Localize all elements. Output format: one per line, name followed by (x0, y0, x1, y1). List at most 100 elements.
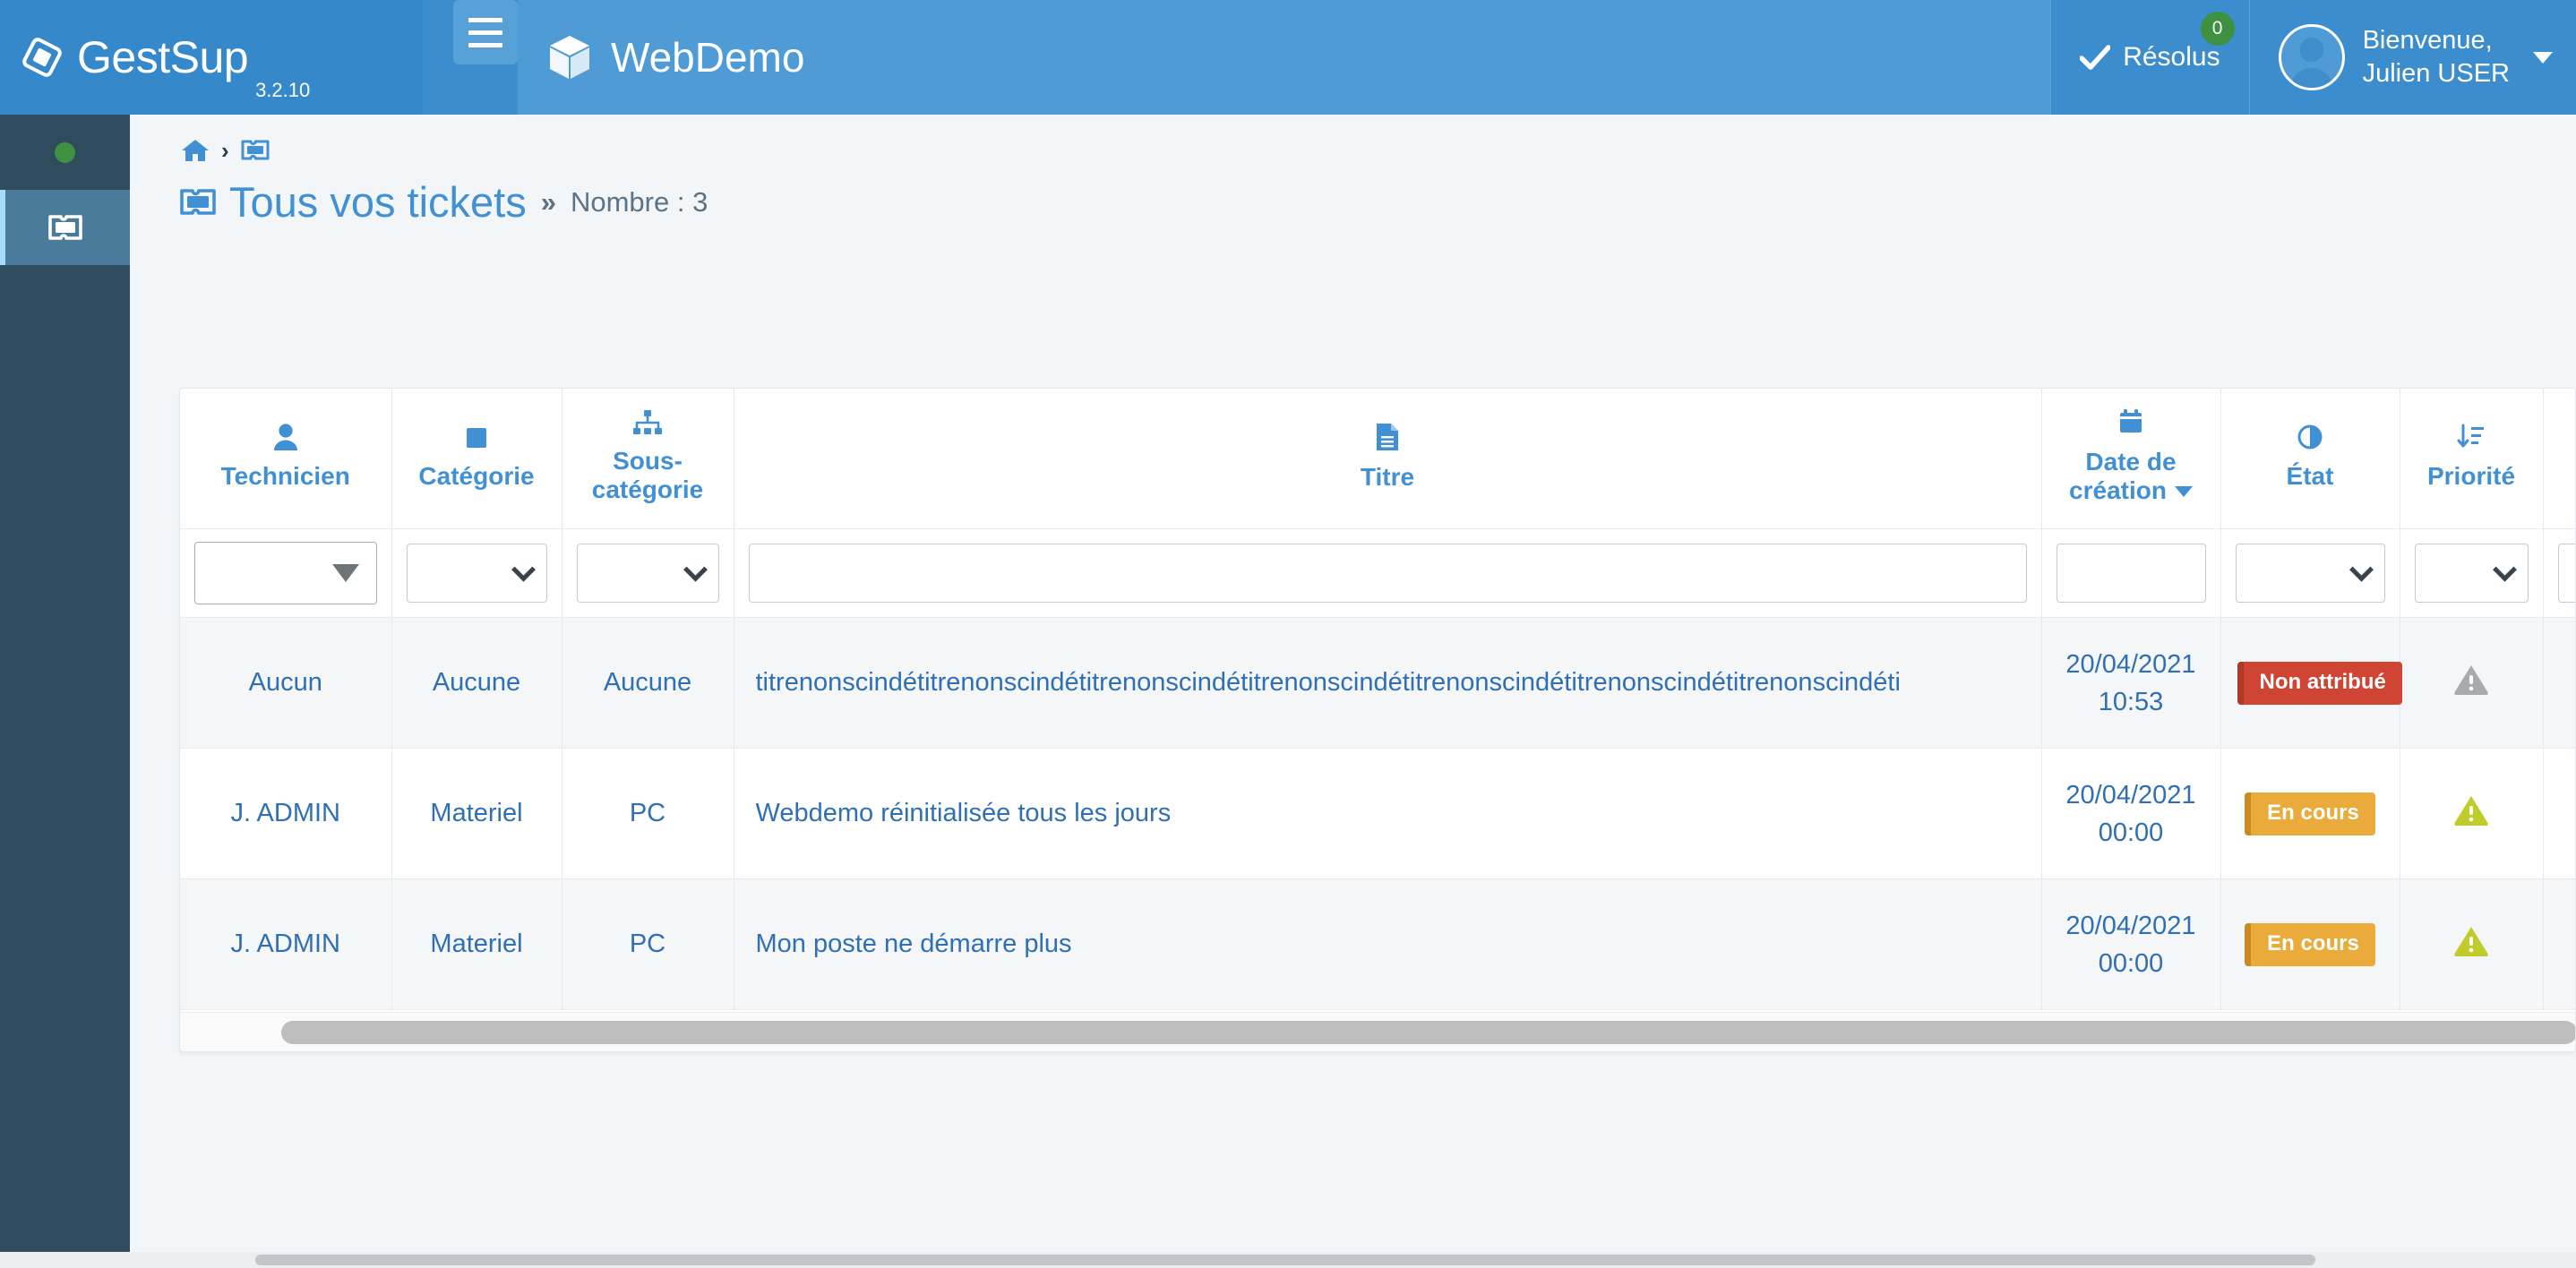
filter-cell-categorie (391, 528, 562, 619)
cell-criticite (2543, 748, 2575, 880)
filter-souscategorie-select[interactable] (576, 544, 719, 604)
warning-triangle-icon (2454, 665, 2488, 696)
hamburger-menu-icon[interactable] (453, 0, 518, 64)
cell-technicien: J. ADMIN (180, 748, 392, 880)
brand-name: GestSup (77, 32, 249, 82)
cell-etat: En cours (2220, 878, 2400, 1011)
scrollbar-thumb[interactable] (255, 1255, 2315, 1265)
page-chevron-icon: » (540, 185, 556, 218)
cell-priorite (2400, 617, 2544, 750)
filter-etat-select[interactable] (2235, 544, 2385, 604)
column-header-categorie[interactable]: Catégorie (391, 389, 562, 530)
sort-amount-down-icon (2457, 424, 2484, 448)
cell-categorie: Aucune (391, 617, 562, 750)
filter-cell-titre (734, 528, 2042, 619)
column-header-priorite[interactable]: Priorité (2400, 389, 2544, 530)
column-header-technicien[interactable]: Technicien (180, 389, 392, 530)
cube-icon (550, 36, 589, 79)
time-value: 10:53 (2098, 687, 2164, 716)
table-filter-row (180, 528, 2575, 619)
ticket-title-link[interactable]: Webdemo réinitialisée tous les jours (756, 799, 2025, 828)
filter-technicien-select[interactable] (194, 542, 377, 605)
cell-criticite (2543, 878, 2575, 1011)
tickets-table-card: Technicien Catégorie Sous-catégorie Titr… (179, 388, 2576, 1052)
brand-version: 3.2.10 (255, 79, 311, 101)
brand-block[interactable]: GestSup 3.2.10 (0, 0, 423, 115)
sort-descending-icon[interactable] (2174, 486, 2193, 498)
breadcrumb: › (130, 115, 2576, 163)
navbar-right: Résolus 0 Bienvenue, Julien USER (2050, 0, 2576, 115)
filter-date-input[interactable] (2056, 544, 2206, 604)
column-header-label: Catégorie (418, 462, 535, 491)
table-row[interactable]: Aucun Aucune Aucune titrenonscindétitren… (180, 617, 2575, 750)
top-navbar: GestSup 3.2.10 WebDemo Résolus 0 Bienven… (0, 0, 2576, 115)
column-header-etat[interactable]: État (2220, 389, 2400, 530)
cell-souscategorie: Aucune (562, 617, 734, 750)
resolus-count-badge: 0 (2200, 12, 2235, 46)
ticket-icon (47, 215, 82, 240)
ticket-icon[interactable] (241, 140, 270, 161)
table-body: Aucun Aucune Aucune titrenonscindétitren… (180, 617, 2575, 1051)
table-header-row: Technicien Catégorie Sous-catégorie Titr… (180, 389, 2575, 530)
cell-titre[interactable]: Webdemo réinitialisée tous les jours (734, 748, 2042, 880)
user-name-block: Bienvenue, Julien USER (2363, 24, 2510, 90)
cell-date-creation: 20/04/2021 10:53 (2041, 617, 2221, 750)
filter-cell-date (2041, 528, 2221, 619)
column-header-label: Technicien (220, 462, 350, 491)
column-header-sous-categorie[interactable]: Sous-catégorie (562, 389, 734, 530)
cell-etat: Non attribué (2220, 617, 2402, 750)
home-icon[interactable] (181, 138, 210, 163)
scrollbar-thumb[interactable] (281, 1021, 2575, 1044)
status-badge: En cours (2245, 922, 2375, 966)
sidebar-item-tickets[interactable] (0, 190, 130, 265)
tickets-table: Technicien Catégorie Sous-catégorie Titr… (180, 389, 2575, 1051)
table-horizontal-scrollbar[interactable] (180, 1012, 2575, 1051)
cell-etat: En cours (2220, 748, 2400, 880)
user-menu[interactable]: Bienvenue, Julien USER (2248, 0, 2576, 115)
contrast-circle-icon (2297, 424, 2323, 450)
status-badge: Non attribué (2237, 661, 2402, 705)
date-value: 20/04/2021 (2065, 780, 2196, 810)
filter-cell-etat (2220, 528, 2400, 619)
filter-categorie-select[interactable] (406, 544, 547, 604)
document-icon (1377, 424, 1398, 451)
table-row[interactable]: J. ADMIN Materiel PC Webdemo réinitialis… (180, 748, 2575, 880)
column-header-titre[interactable]: Titre (734, 389, 2042, 530)
filter-titre-input[interactable] (748, 544, 2027, 604)
ticket-title-link[interactable]: titrenonscindétitrenonscindétitrenonscin… (756, 668, 2025, 698)
user-avatar-icon (2278, 24, 2345, 90)
page-horizontal-scrollbar[interactable] (0, 1252, 2576, 1268)
filter-criticite-select[interactable] (2557, 544, 2575, 604)
cell-categorie: Materiel (391, 878, 562, 1011)
column-header-label: État (2286, 462, 2334, 491)
ticket-title-link[interactable]: Mon poste ne démarre plus (756, 930, 2025, 959)
left-sidebar (0, 115, 130, 1268)
breadcrumb-separator: › (221, 137, 229, 164)
ticket-count-label: Nombre : 3 (570, 185, 708, 218)
sidebar-item-status[interactable] (0, 115, 130, 190)
column-header-criticite[interactable]: Cri (2543, 389, 2575, 530)
cell-priorite (2400, 878, 2544, 1011)
column-header-label: Priorité (2426, 462, 2516, 491)
filter-cell-souscategorie (562, 528, 734, 619)
filter-priorite-select[interactable] (2414, 544, 2529, 604)
status-badge: En cours (2245, 792, 2375, 835)
cell-titre[interactable]: titrenonscindétitrenonscindétitrenonscin… (734, 617, 2042, 750)
date-value: 20/04/2021 (2065, 649, 2196, 679)
column-header-date-creation[interactable]: Date de création (2041, 389, 2221, 530)
user-greeting: Bienvenue, (2362, 25, 2493, 55)
table-row[interactable]: J. ADMIN Materiel PC Mon poste ne démarr… (180, 878, 2575, 1011)
resolus-button[interactable]: Résolus 0 (2050, 0, 2248, 115)
cell-priorite (2400, 748, 2544, 880)
cell-categorie: Materiel (391, 748, 562, 880)
cell-technicien: Aucun (180, 617, 392, 750)
time-value: 00:00 (2098, 818, 2164, 847)
resolus-label: Résolus (2123, 42, 2220, 72)
square-icon (467, 428, 486, 449)
cell-titre[interactable]: Mon poste ne démarre plus (734, 878, 2042, 1011)
page-header: Tous vos tickets » Nombre : 3 (130, 163, 2576, 227)
check-icon (2080, 45, 2111, 70)
time-value: 00:00 (2098, 948, 2164, 978)
filter-cell-priorite (2400, 528, 2544, 619)
chevron-down-icon[interactable] (2533, 51, 2553, 64)
